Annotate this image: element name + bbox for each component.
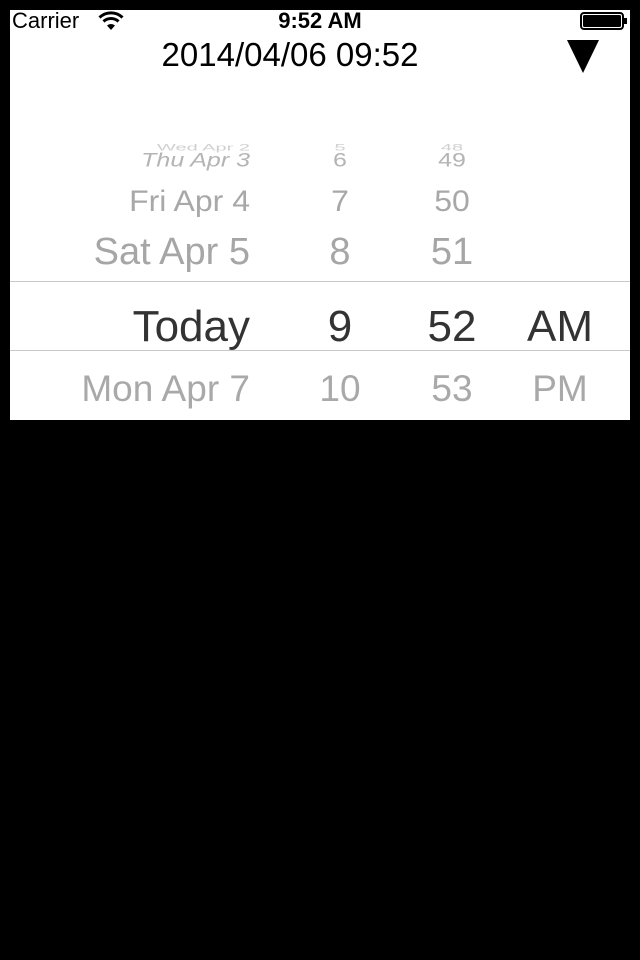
- status-time: 9:52 AM: [278, 10, 362, 33]
- status-bar: Carrier 9:52 AM: [10, 10, 630, 32]
- selected-datetime-title: 2014/04/06 09:52: [161, 36, 419, 73]
- picker-date-row[interactable]: Mon Apr 7: [81, 370, 250, 407]
- picker-minute-row[interactable]: 53: [412, 370, 492, 407]
- picker-minute-row[interactable]: 51: [412, 233, 492, 271]
- picker-ampm-selected[interactable]: AM: [515, 305, 605, 349]
- picker-hour-selected[interactable]: 9: [310, 305, 370, 349]
- picker-date-row[interactable]: Fri Apr 4: [129, 186, 250, 215]
- picker-ampm-row[interactable]: PM: [515, 370, 605, 407]
- screen: Carrier 9:52 AM 2014/04/06 09:52 Wed Apr: [0, 0, 640, 960]
- date-time-picker[interactable]: Wed Apr 2 5 48 Thu Apr 3 6 49 Fri Apr 4 …: [10, 130, 630, 420]
- picker-hour-row[interactable]: 10: [310, 370, 370, 407]
- battery-icon: [580, 12, 627, 30]
- picker-hour-row[interactable]: 8: [310, 233, 370, 271]
- picker-minute-row[interactable]: 50: [412, 186, 492, 215]
- picker-hour-row[interactable]: 6: [310, 150, 370, 171]
- triangle-down-icon: [567, 40, 599, 73]
- collapse-toggle-button[interactable]: [563, 36, 607, 80]
- selection-indicator-top: [10, 281, 630, 282]
- picker-minute-selected[interactable]: 52: [412, 305, 492, 349]
- picker-minute-row[interactable]: 49: [412, 150, 492, 171]
- picker-date-row[interactable]: Thu Apr 3: [141, 150, 250, 171]
- picker-date-selected[interactable]: Today: [133, 305, 250, 349]
- picker-hour-row[interactable]: 7: [310, 186, 370, 215]
- picker-date-row[interactable]: Sat Apr 5: [94, 233, 250, 271]
- date-picker-panel: Carrier 9:52 AM 2014/04/06 09:52 Wed Apr: [10, 10, 630, 420]
